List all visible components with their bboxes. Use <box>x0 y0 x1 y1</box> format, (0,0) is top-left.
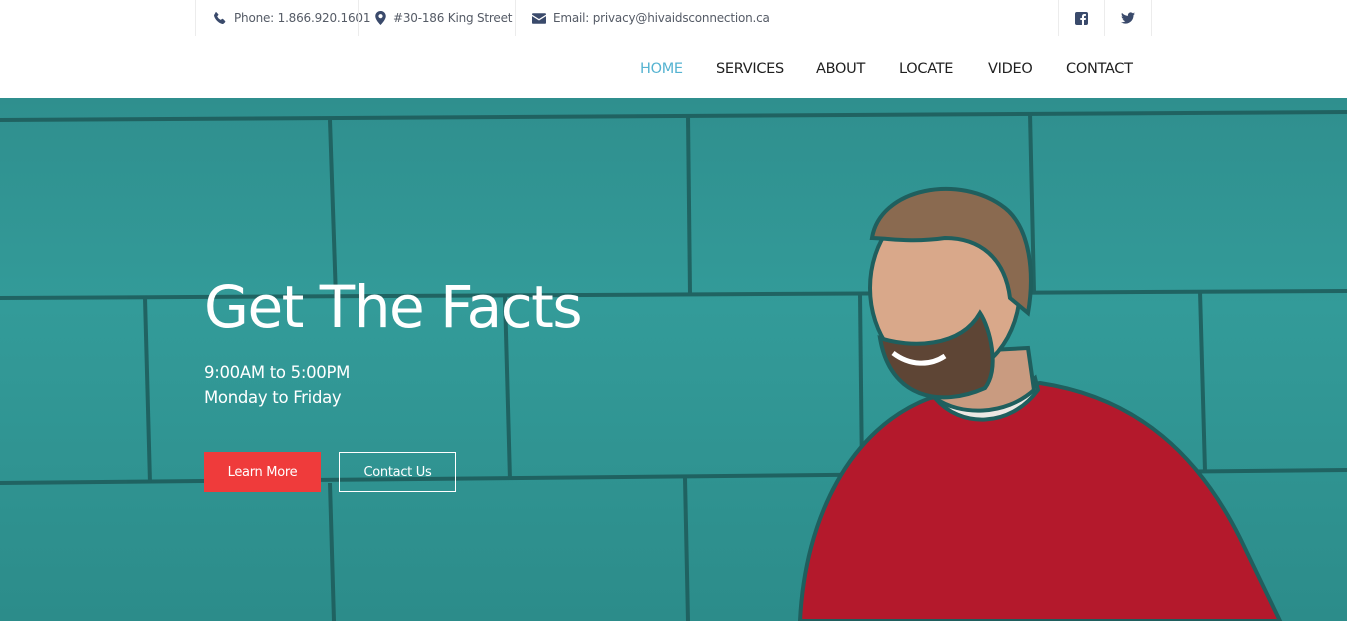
nav-locate[interactable]: LOCATE <box>899 61 953 77</box>
divider <box>515 0 516 36</box>
email-text: Email: privacy@hivaidsconnection.ca <box>553 11 770 25</box>
hours-time: 9:00AM to 5:00PM <box>204 363 351 382</box>
twitter-icon <box>1121 12 1135 24</box>
main-nav: HOME SERVICES ABOUT LOCATE VIDEO CONTACT <box>0 36 1347 98</box>
contact-us-button[interactable]: Contact Us <box>339 452 456 492</box>
twitter-link[interactable] <box>1105 0 1151 36</box>
facebook-icon <box>1074 11 1088 25</box>
address-text: #30-186 King Street <box>393 11 513 25</box>
phone-info[interactable]: Phone: 1.866.920.1601 <box>213 0 370 36</box>
facebook-link[interactable] <box>1058 0 1104 36</box>
address-info: #30-186 King Street <box>375 0 512 36</box>
hours-days: Monday to Friday <box>204 388 342 407</box>
divider <box>358 0 359 36</box>
nav-contact[interactable]: CONTACT <box>1066 61 1133 77</box>
map-pin-icon <box>375 11 386 25</box>
divider <box>1151 0 1152 36</box>
phone-text: Phone: 1.866.920.1601 <box>234 11 371 25</box>
nav-about[interactable]: ABOUT <box>816 61 865 77</box>
nav-video[interactable]: VIDEO <box>988 61 1033 77</box>
nav-home[interactable]: HOME <box>640 61 683 77</box>
envelope-icon <box>532 12 546 24</box>
hero-title: Get The Facts <box>204 273 583 341</box>
nav-services[interactable]: SERVICES <box>716 61 784 77</box>
top-info-bar: Phone: 1.866.920.1601 #30-186 King Stree… <box>0 0 1347 36</box>
brick-wall-background <box>0 110 1347 621</box>
office-hours: 9:00AM to 5:00PM Monday to Friday <box>204 360 350 410</box>
hero-banner: Get The Facts 9:00AM to 5:00PM Monday to… <box>0 98 1347 621</box>
email-info[interactable]: Email: privacy@hivaidsconnection.ca <box>532 0 770 36</box>
phone-icon <box>214 11 226 24</box>
learn-more-button[interactable]: Learn More <box>204 452 321 492</box>
divider <box>195 0 196 36</box>
person-illustration <box>797 186 1283 621</box>
